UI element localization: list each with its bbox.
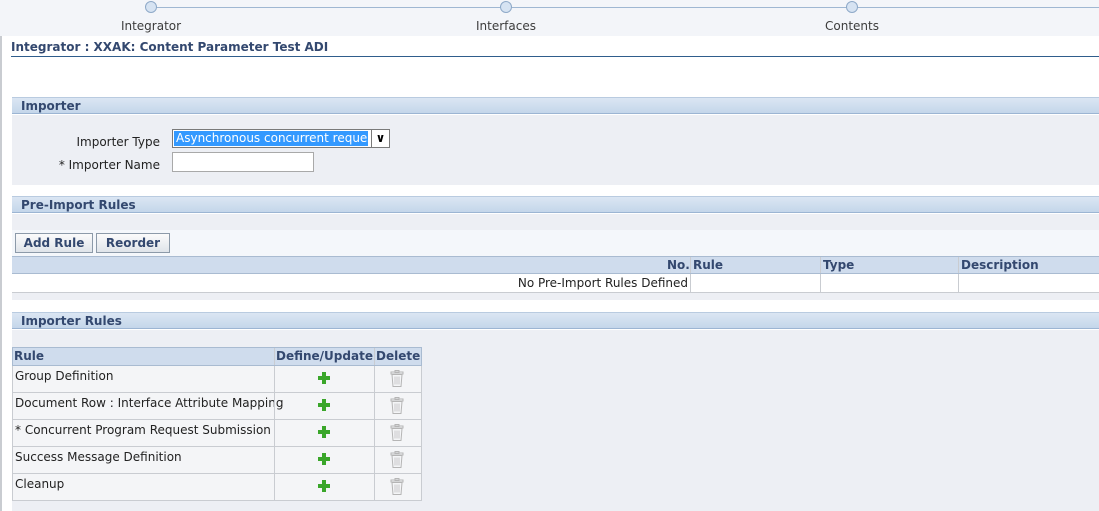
train-step-dot[interactable] (846, 1, 858, 13)
title-divider (11, 56, 1099, 57)
importer-type-label: Importer Type (76, 135, 160, 149)
table-header-row: No. Rule Type Description (12, 256, 1099, 274)
column-divider (820, 257, 821, 273)
rule-name: * Concurrent Program Request Submission (15, 423, 271, 437)
column-divider (274, 474, 275, 500)
trash-icon[interactable] (390, 370, 404, 387)
chevron-down-icon[interactable]: ∨ (371, 130, 389, 147)
train-step-contents[interactable]: Contents (772, 1, 932, 33)
column-divider (374, 474, 375, 500)
rule-name: Success Message Definition (15, 450, 182, 464)
table-row: No Pre-Import Rules Defined (12, 274, 1099, 293)
importer-type-select[interactable]: Asynchronous concurrent request ∨ (172, 129, 390, 148)
column-header-delete: Delete (376, 349, 421, 363)
reorder-button[interactable]: Reorder (96, 233, 170, 253)
importer-name-input[interactable] (172, 152, 314, 172)
train-step-integrator[interactable]: Integrator (71, 1, 231, 33)
column-header-type: Type (823, 258, 855, 272)
column-divider (374, 348, 375, 365)
table-row: Document Row : Interface Attribute Mappi… (12, 393, 422, 420)
rule-name: Cleanup (15, 477, 65, 491)
column-header-define-update: Define/Update (276, 349, 373, 363)
column-header-no: No. (667, 258, 690, 272)
rule-name: Document Row : Interface Attribute Mappi… (15, 396, 284, 410)
page-title: Integrator : XXAK: Content Parameter Tes… (11, 40, 329, 54)
train-step-interfaces[interactable]: Interfaces (426, 1, 586, 33)
column-divider (820, 274, 821, 292)
column-divider (274, 348, 275, 365)
add-icon[interactable] (318, 480, 330, 492)
train-step-label[interactable]: Integrator (71, 19, 231, 33)
train-step-dot[interactable] (500, 1, 512, 13)
table-row: Success Message Definition (12, 447, 422, 474)
train-step-dot[interactable] (145, 1, 157, 13)
column-divider (374, 366, 375, 392)
column-divider (958, 257, 959, 273)
add-rule-button[interactable]: Add Rule (15, 233, 93, 253)
table-row: Group Definition (12, 366, 422, 393)
column-divider (690, 257, 691, 273)
column-divider (690, 274, 691, 292)
table-row: Cleanup (12, 474, 422, 501)
trash-icon[interactable] (390, 451, 404, 468)
add-icon[interactable] (318, 372, 330, 384)
importer-section-header: Importer (12, 97, 1099, 114)
column-divider (374, 420, 375, 446)
left-edge-border (0, 36, 2, 511)
importer-name-label: * Importer Name (58, 158, 160, 172)
train-line (151, 7, 1099, 8)
add-icon[interactable] (318, 426, 330, 438)
column-divider (374, 393, 375, 419)
train-step-label[interactable]: Interfaces (426, 19, 586, 33)
pre-import-section-header: Pre-Import Rules (12, 196, 1099, 213)
column-divider (274, 447, 275, 473)
rule-name: Group Definition (15, 369, 114, 383)
table-header-row: Rule Define/Update Delete (12, 347, 422, 366)
column-header-rule: Rule (14, 349, 45, 363)
column-header-rule: Rule (693, 258, 724, 272)
trash-icon[interactable] (390, 478, 404, 495)
trash-icon[interactable] (390, 424, 404, 441)
column-header-description: Description (961, 258, 1039, 272)
importer-type-selected-value[interactable]: Asynchronous concurrent request (174, 131, 368, 146)
importer-section-body: Importer Type Asynchronous concurrent re… (12, 115, 1099, 185)
empty-table-message: No Pre-Import Rules Defined (517, 276, 688, 290)
table-row: * Concurrent Program Request Submission (12, 420, 422, 447)
column-divider (274, 393, 275, 419)
add-icon[interactable] (318, 399, 330, 411)
column-divider (274, 366, 275, 392)
column-divider (374, 447, 375, 473)
trash-icon[interactable] (390, 397, 404, 414)
pre-import-button-bar: Add Rule Reorder (12, 230, 1099, 256)
importer-rules-section-header: Importer Rules (12, 312, 1099, 329)
column-divider (274, 420, 275, 446)
column-divider (958, 274, 959, 292)
add-icon[interactable] (318, 453, 330, 465)
train-step-label[interactable]: Contents (772, 19, 932, 33)
process-train: Integrator Interfaces Contents (0, 0, 1099, 36)
